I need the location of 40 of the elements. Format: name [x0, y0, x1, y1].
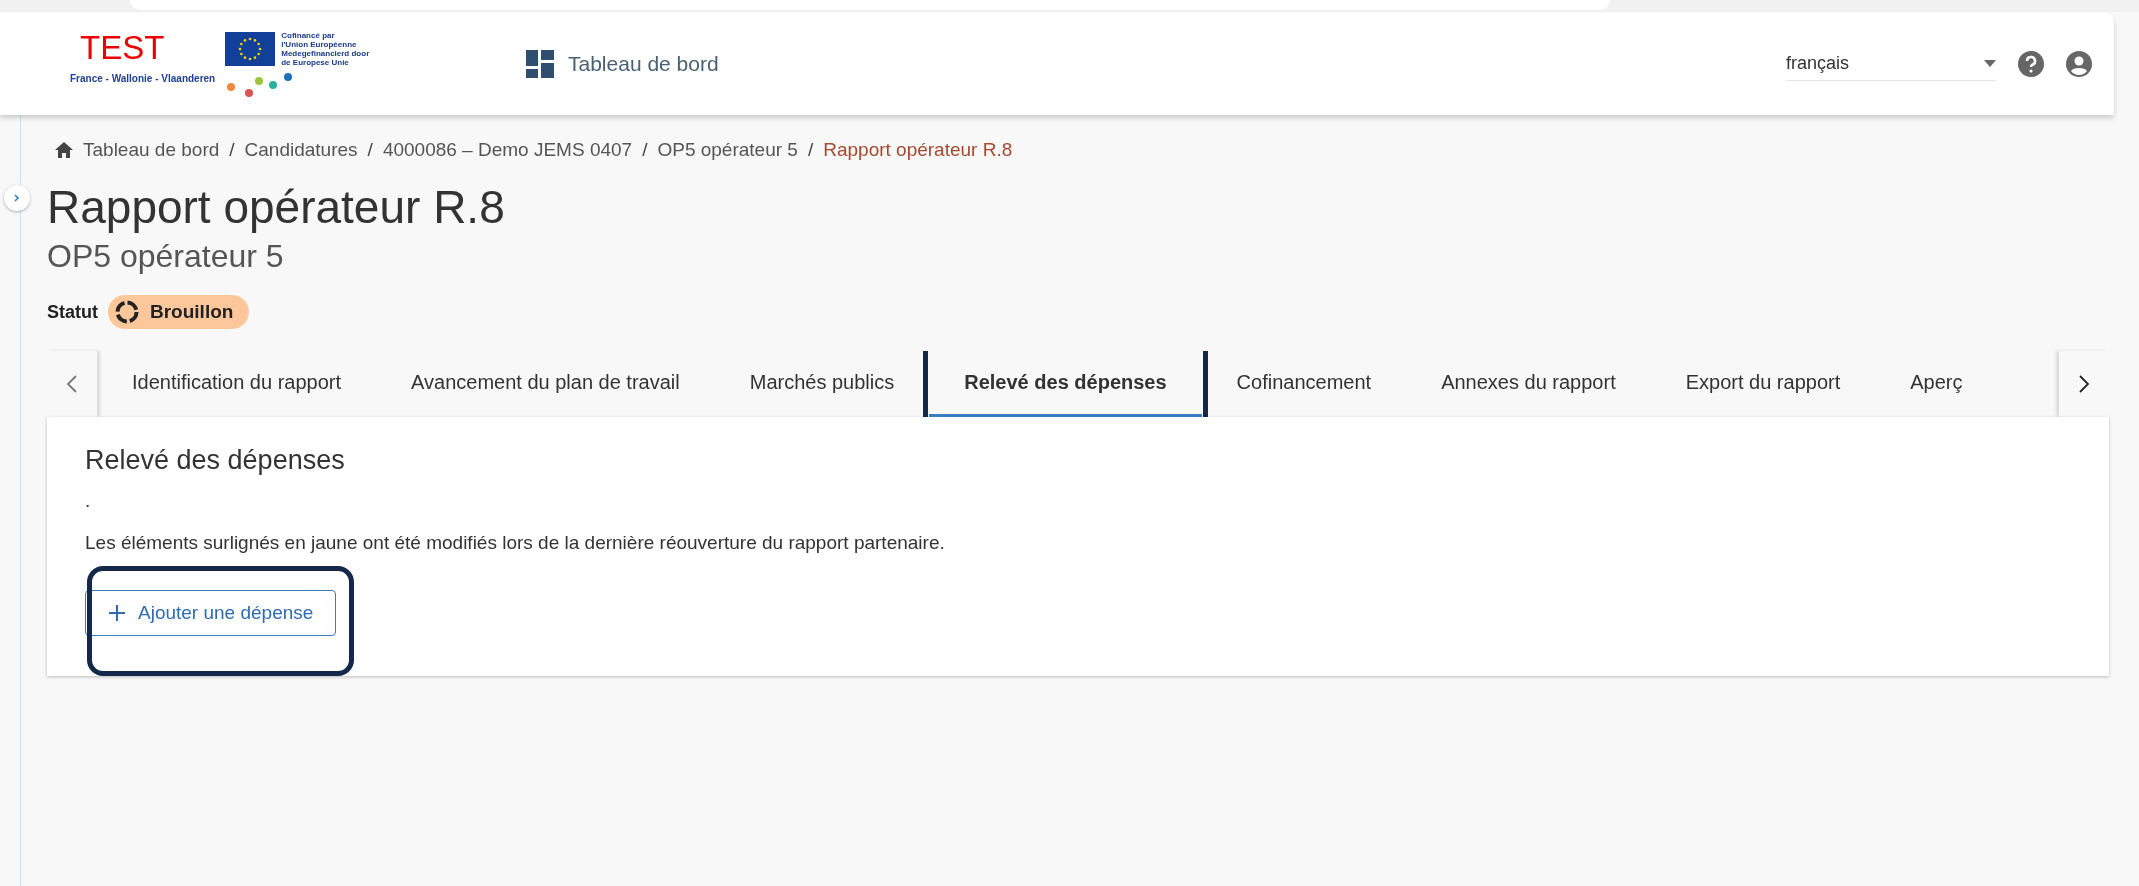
chevron-left-icon — [67, 375, 77, 393]
language-select[interactable]: français — [1786, 46, 1996, 81]
page-title: Rapport opérateur R.8 — [47, 181, 506, 233]
breadcrumb-link[interactable]: Tableau de bord — [83, 139, 220, 161]
plus-icon — [108, 604, 126, 622]
account-icon[interactable] — [2066, 50, 2092, 77]
dropdown-caret-icon — [1984, 59, 1996, 67]
sidebar-toggle[interactable] — [4, 185, 30, 211]
breadcrumb-link[interactable]: Rapport opérateur R.8 — [823, 139, 1013, 161]
add-expense-button[interactable]: Ajouter une dépense — [85, 590, 337, 636]
tab[interactable]: Avancement du plan de travail — [376, 351, 715, 417]
logo-region: France - Wallonie - Vlaanderen — [70, 72, 216, 86]
tab[interactable]: Cofinancement — [1201, 351, 1407, 417]
page-subtitle: OP5 opérateur 5 — [47, 237, 285, 275]
chevron-right-icon — [14, 194, 20, 202]
breadcrumb-separator: / — [807, 139, 814, 161]
info-text: Les éléments surlignés en jaune ont été modifiés lors de la dernière réouverture du rapport partenaire. — [85, 532, 945, 554]
section-heading: Relevé des dépenses — [85, 445, 345, 476]
breadcrumb-link[interactable]: 4000086 – Demo JEMS 0407 — [382, 139, 633, 161]
tab[interactable]: Marchés publics — [714, 351, 930, 417]
breadcrumb-separator: / — [642, 139, 648, 161]
eu-funding-text: Cofinancé par l'Union Européenne Medegefinancierd door de Europese Unie — [281, 30, 370, 67]
eu-flag-icon — [225, 31, 276, 66]
status-badge: Brouillon — [108, 295, 250, 329]
tab[interactable]: Export du rapport — [1650, 351, 1876, 417]
breadcrumb-separator: / — [367, 139, 373, 161]
tab[interactable]: Identification du rapport — [97, 351, 377, 417]
section-note: . — [85, 490, 91, 512]
tab[interactable]: Aperç — [1875, 351, 1998, 417]
breadcrumb-link[interactable]: Candidatures — [244, 139, 358, 161]
breadcrumb-link[interactable]: OP5 opérateur 5 — [657, 139, 798, 161]
dashboard-link[interactable]: Tableau de bord — [526, 49, 719, 78]
logo-title: TEST — [79, 30, 166, 67]
home-icon[interactable] — [55, 142, 73, 158]
chevron-right-icon — [2079, 375, 2089, 393]
status-label: Statut — [47, 301, 98, 323]
help-icon[interactable] — [2018, 50, 2044, 77]
dashboard-icon — [526, 49, 554, 78]
breadcrumb-separator: / — [229, 139, 235, 161]
tab[interactable]: Annexes du rapport — [1406, 351, 1651, 417]
